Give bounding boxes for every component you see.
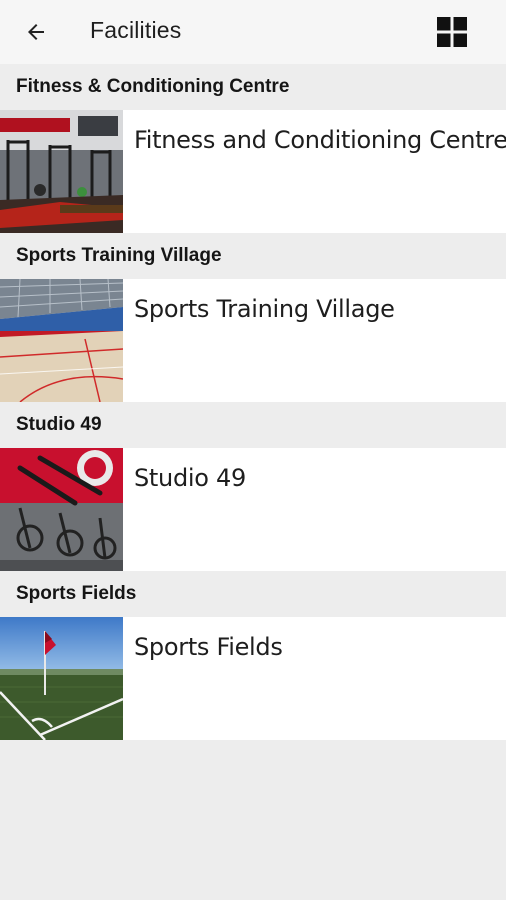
list-item-label: Fitness and Conditioning Centre — [134, 126, 506, 154]
grid-view-button[interactable] — [430, 10, 474, 54]
back-button[interactable] — [16, 12, 56, 52]
section-header: Sports Training Village — [0, 233, 506, 279]
list-item-label: Sports Fields — [134, 633, 283, 661]
indoor-sports-hall-photo — [0, 279, 123, 402]
list-item[interactable]: Sports Training Village — [0, 279, 506, 402]
list-item-label: Sports Training Village — [134, 295, 395, 323]
list-item[interactable]: Studio 49 — [0, 448, 506, 571]
page-title: Facilities — [90, 17, 182, 43]
spin-bikes-photo — [0, 448, 123, 571]
list-item[interactable]: Fitness and Conditioning Centre — [0, 110, 506, 233]
list-item[interactable]: Sports Fields — [0, 617, 506, 740]
gym-equipment-photo — [0, 110, 123, 233]
football-field-corner-flag-photo — [0, 617, 123, 740]
section-header: Studio 49 — [0, 402, 506, 448]
app-bar: Facilities — [0, 0, 506, 64]
grid-view-icon — [437, 17, 467, 47]
list-item-label: Studio 49 — [134, 464, 246, 492]
section-header: Sports Fields — [0, 571, 506, 617]
section-header: Fitness & Conditioning Centre — [0, 64, 506, 110]
facility-list: Fitness & Conditioning Centre Fitness an… — [0, 64, 506, 740]
arrow-left-icon — [28, 24, 44, 40]
